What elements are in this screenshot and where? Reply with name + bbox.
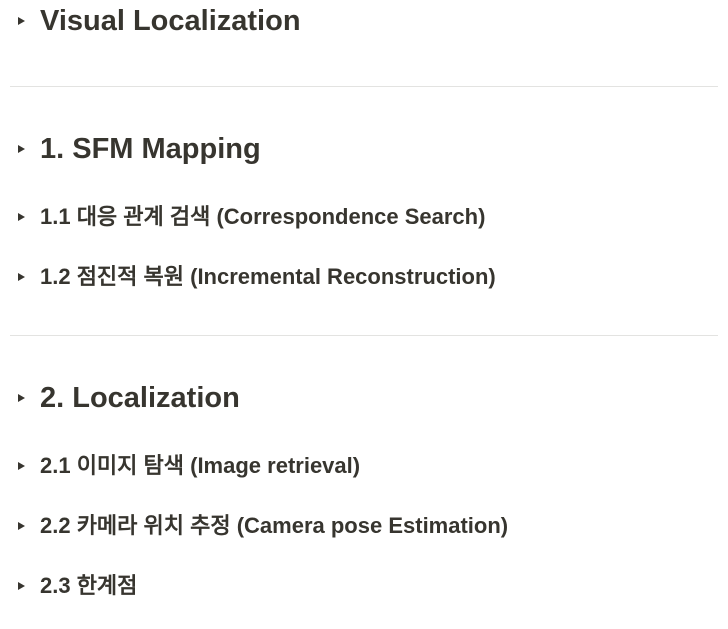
subheading-text: 1.1 대응 관계 검색 (Correspondence Search) [40, 204, 486, 229]
subheading-text: 1.2 점진적 복원 (Incremental Reconstruction) [40, 264, 496, 289]
toggle-arrow-icon[interactable] [18, 17, 25, 25]
heading-text: 2. Localization [40, 382, 240, 414]
toggle-arrow-icon[interactable] [18, 522, 25, 530]
subheading-text: 2.1 이미지 탐색 (Image retrieval) [40, 453, 361, 478]
divider [10, 86, 718, 87]
toggle-heading-visual-localization[interactable]: Visual Localization [0, 0, 728, 42]
toggle-subheading-image-retrieval[interactable]: 2.1 이미지 탐색 (Image retrieval) [0, 449, 728, 483]
subheading-text: 2.3 한계점 [40, 573, 138, 598]
toggle-arrow-icon[interactable] [18, 273, 25, 281]
toggle-heading-sfm-mapping[interactable]: 1. SFM Mapping [0, 128, 728, 170]
subheading-text: 2.2 카메라 위치 추정 (Camera pose Estimation) [40, 513, 509, 538]
heading-text: 1. SFM Mapping [40, 133, 261, 165]
toggle-subheading-camera-pose-estimation[interactable]: 2.2 카메라 위치 추정 (Camera pose Estimation) [0, 509, 728, 543]
toggle-arrow-icon[interactable] [18, 145, 25, 153]
toggle-subheading-incremental-reconstruction[interactable]: 1.2 점진적 복원 (Incremental Reconstruction) [0, 260, 728, 294]
heading-text: Visual Localization [40, 5, 301, 37]
toggle-subheading-correspondence-search[interactable]: 1.1 대응 관계 검색 (Correspondence Search) [0, 200, 728, 234]
divider [10, 335, 718, 336]
toggle-arrow-icon[interactable] [18, 213, 25, 221]
toggle-arrow-icon[interactable] [18, 582, 25, 590]
toggle-heading-localization[interactable]: 2. Localization [0, 377, 728, 419]
toggle-arrow-icon[interactable] [18, 462, 25, 470]
toggle-subheading-limitations[interactable]: 2.3 한계점 [0, 569, 728, 603]
toggle-arrow-icon[interactable] [18, 394, 25, 402]
